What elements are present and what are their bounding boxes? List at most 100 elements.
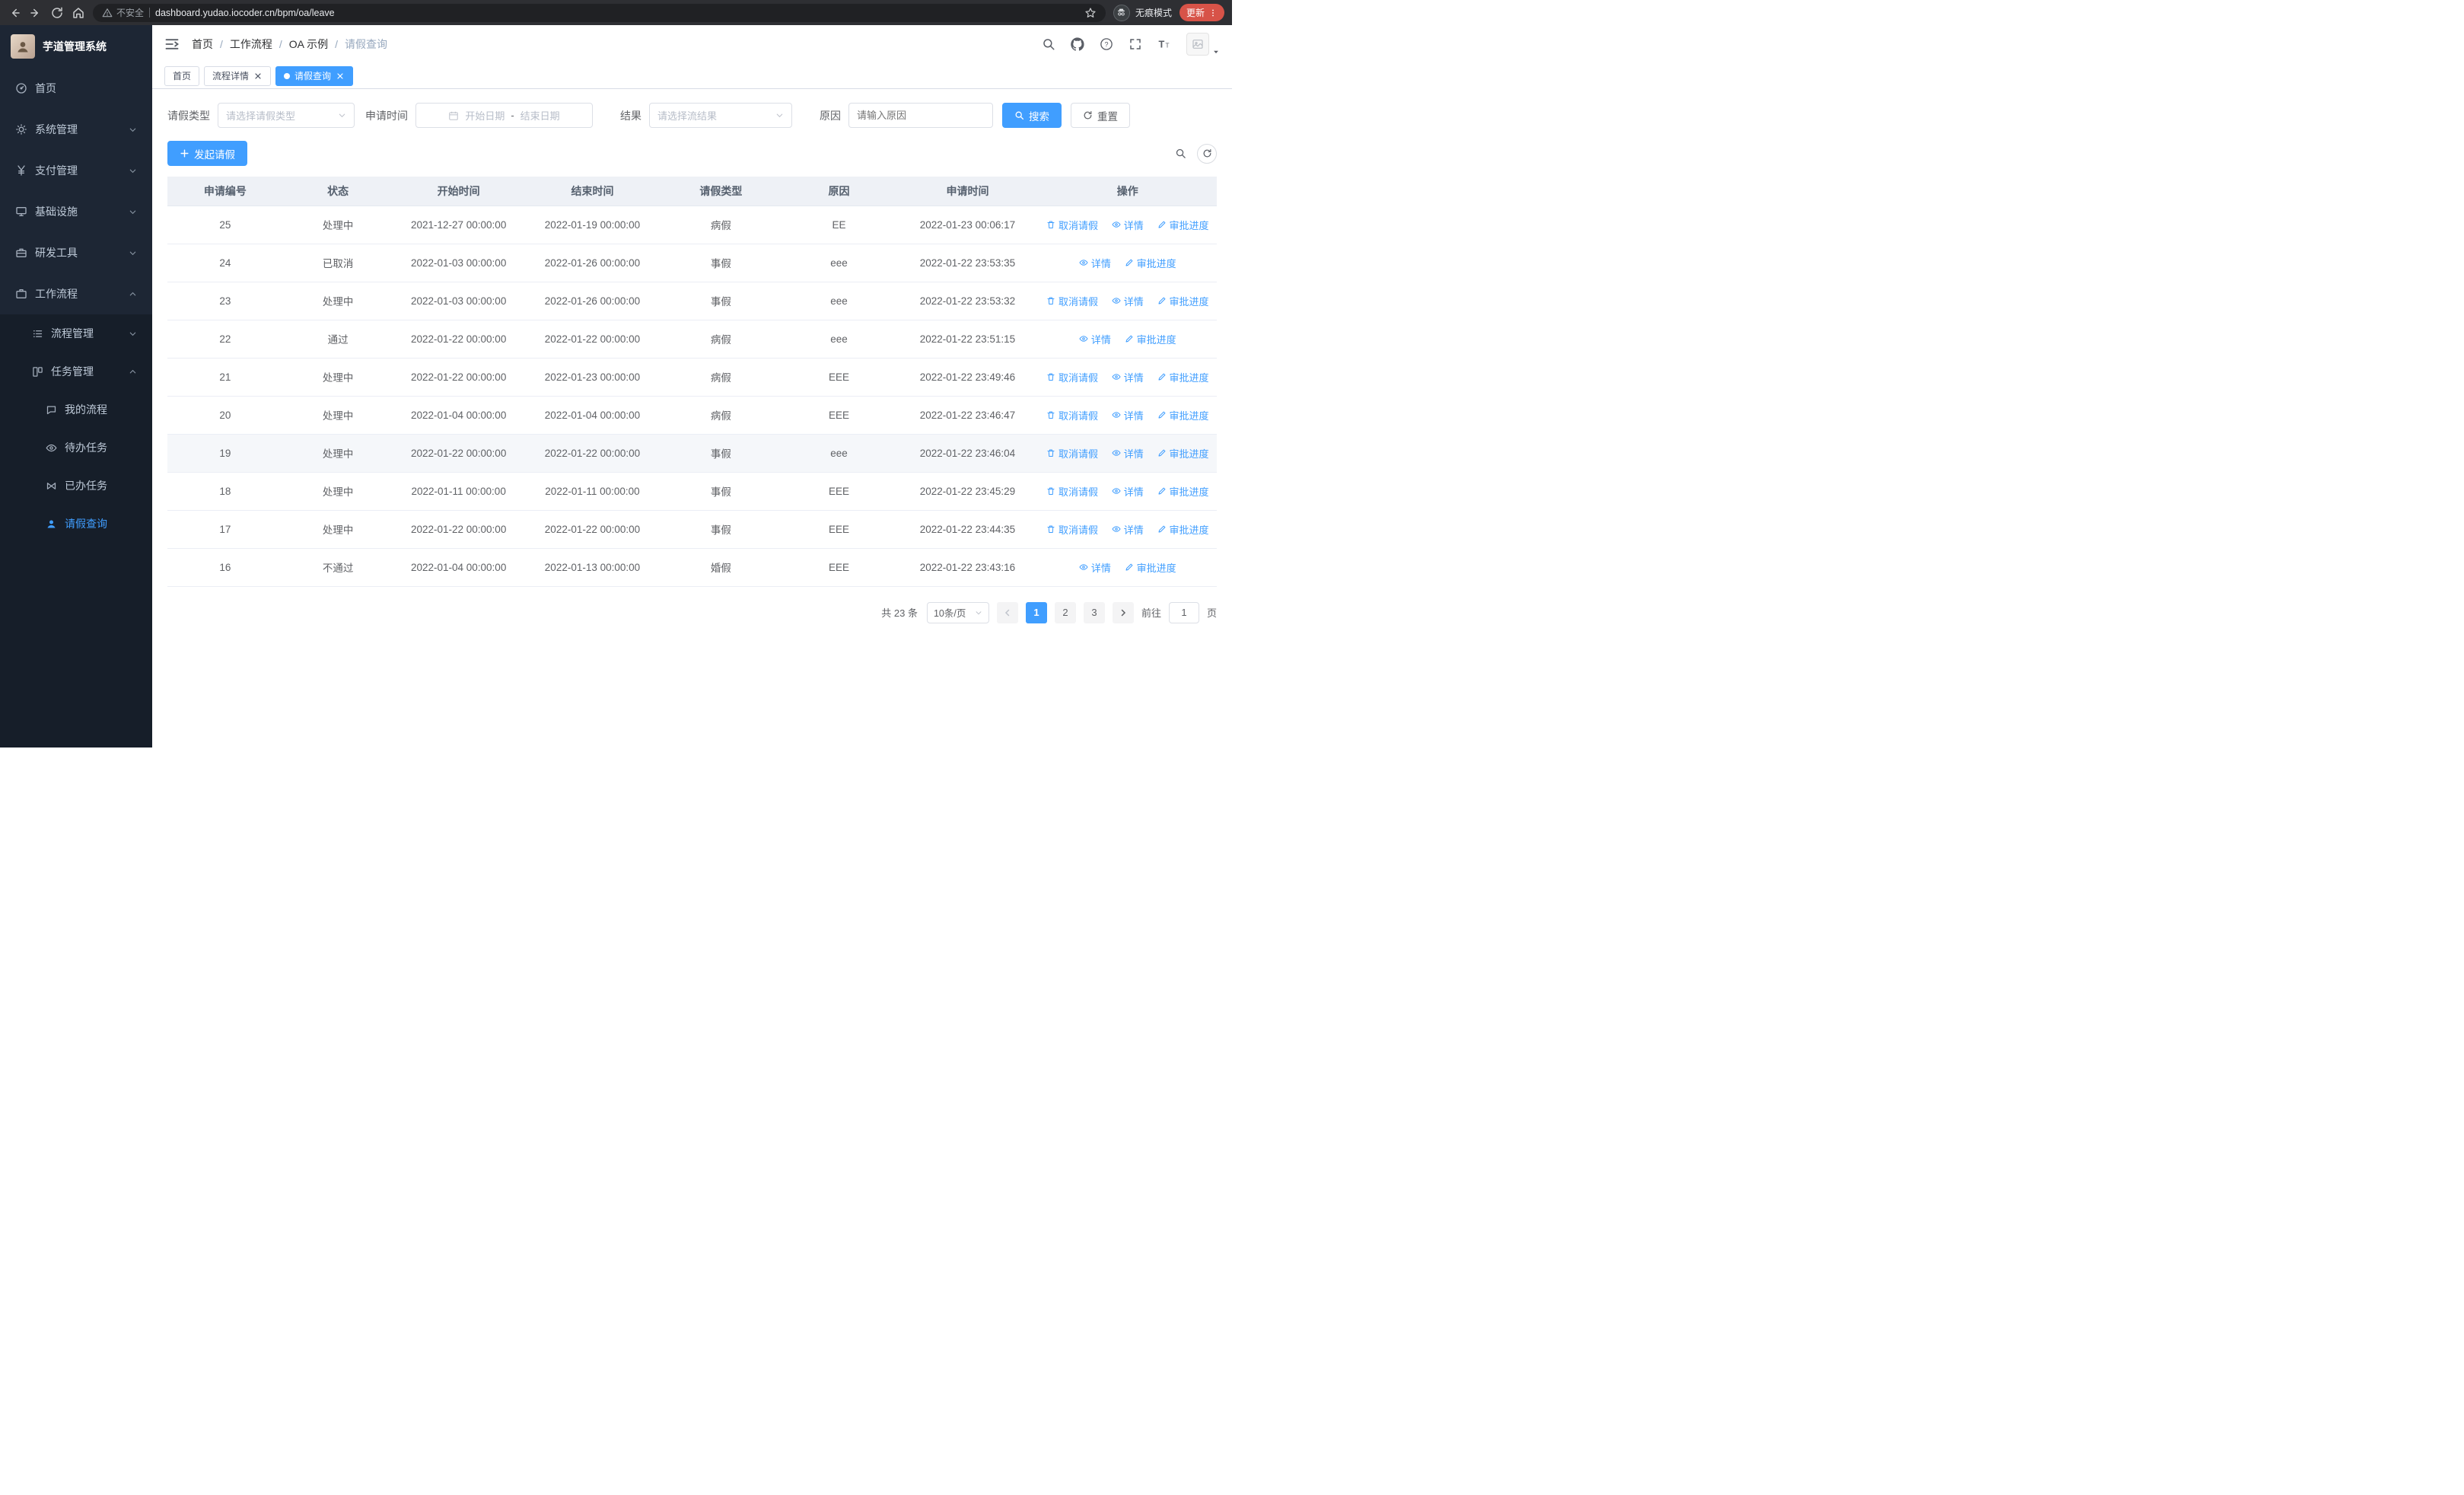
cell-status: 处理中 [282, 396, 393, 435]
approval-progress-link[interactable]: 审批进度 [1157, 484, 1209, 499]
detail-link[interactable]: 详情 [1112, 522, 1144, 537]
toggle-search-icon[interactable] [1175, 148, 1186, 159]
sidebar-item-pending-tasks[interactable]: 待办任务 [0, 429, 152, 467]
sidebar-item-done-tasks[interactable]: 已办任务 [0, 467, 152, 505]
sidebar-item-home[interactable]: 首页 [0, 68, 152, 109]
cancel-leave-link[interactable]: 取消请假 [1046, 446, 1098, 461]
detail-link[interactable]: 详情 [1112, 370, 1144, 384]
cell-reason: eee [781, 244, 897, 282]
goto-page-input[interactable] [1168, 601, 1199, 623]
approval-progress-link[interactable]: 审批进度 [1157, 408, 1209, 422]
kebab-menu-icon[interactable] [1208, 8, 1218, 18]
edit-pen-icon [1158, 221, 1165, 228]
user-menu[interactable] [1186, 33, 1220, 56]
result-select[interactable]: 请选择流结果 [649, 103, 792, 128]
detail-link[interactable]: 详情 [1079, 332, 1111, 346]
tab-process-detail[interactable]: 流程详情 [204, 65, 272, 86]
breadcrumb-oa-example[interactable]: OA 示例 [289, 37, 338, 52]
user-avatar[interactable] [1186, 33, 1209, 56]
detail-link[interactable]: 详情 [1112, 218, 1144, 232]
leave-type-select[interactable]: 请选择请假类型 [218, 103, 355, 128]
approval-progress-link[interactable]: 审批进度 [1125, 332, 1176, 346]
url-text[interactable]: dashboard.yudao.iocoder.cn/bpm/oa/leave [155, 8, 1079, 18]
cancel-leave-link[interactable]: 取消请假 [1046, 408, 1098, 422]
cancel-leave-link[interactable]: 取消请假 [1046, 218, 1098, 232]
refresh-icon[interactable] [50, 6, 64, 20]
search-icon [1015, 111, 1024, 120]
sidebar-item-leave-query[interactable]: 请假查询 [0, 505, 152, 543]
forward-icon[interactable] [29, 6, 43, 20]
sidebar-item-workflow[interactable]: 工作流程 [0, 273, 152, 314]
reset-button-label: 重置 [1097, 110, 1118, 123]
create-leave-button[interactable]: 发起请假 [167, 141, 247, 166]
sidebar-item-system[interactable]: 系统管理 [0, 109, 152, 150]
detail-link[interactable]: 详情 [1112, 484, 1144, 499]
bookmark-star-icon[interactable] [1084, 7, 1097, 19]
reason-input[interactable] [848, 103, 993, 128]
approval-progress-link[interactable]: 审批进度 [1157, 370, 1209, 384]
logo-image [11, 34, 35, 59]
reset-button[interactable]: 重置 [1071, 103, 1130, 128]
approval-progress-link[interactable]: 审批进度 [1157, 522, 1209, 537]
approval-progress-link[interactable]: 审批进度 [1157, 294, 1209, 308]
approval-progress-link[interactable]: 审批进度 [1157, 446, 1209, 461]
font-size-icon[interactable]: TT [1157, 37, 1171, 51]
cancel-leave-link[interactable]: 取消请假 [1046, 522, 1098, 537]
sidebar: 芋道管理系统 首页 系统管理 支付管理 基础设施 研发工具 工作流程 流程管理 … [0, 25, 152, 748]
cell-start-time: 2022-01-22 00:00:00 [393, 434, 524, 473]
breadcrumb-home[interactable]: 首页 [192, 37, 223, 52]
close-icon[interactable] [253, 72, 263, 81]
github-icon[interactable] [1071, 37, 1084, 51]
breadcrumb-workflow[interactable]: 工作流程 [230, 37, 282, 52]
security-warning[interactable]: 不安全 [102, 6, 144, 19]
page-size-select[interactable]: 10条/页 [926, 601, 989, 623]
tab-leave-query[interactable]: 请假查询 [275, 65, 354, 86]
detail-link[interactable]: 详情 [1112, 408, 1144, 422]
browser-update-button[interactable]: 更新 [1179, 4, 1224, 21]
search-button-label: 搜索 [1029, 110, 1049, 123]
top-navbar: 首页 工作流程 OA 示例 请假查询 ? TT [152, 25, 1232, 63]
address-bar[interactable]: 不安全 dashboard.yudao.iocoder.cn/bpm/oa/le… [93, 3, 1106, 22]
edit-pen-icon [1158, 373, 1165, 381]
start-date-placeholder[interactable]: 开始日期 [465, 108, 505, 123]
approval-progress-link[interactable]: 审批进度 [1125, 560, 1176, 575]
detail-link[interactable]: 详情 [1079, 560, 1111, 575]
end-date-placeholder[interactable]: 结束日期 [520, 108, 560, 123]
cancel-leave-link[interactable]: 取消请假 [1046, 370, 1098, 384]
apply-time-range-picker[interactable]: 开始日期 - 结束日期 [415, 103, 593, 128]
sidebar-item-devtools[interactable]: 研发工具 [0, 232, 152, 273]
cell-leave-type: 事假 [661, 244, 782, 282]
next-page-button[interactable] [1112, 601, 1134, 623]
approval-progress-link[interactable]: 审批进度 [1125, 256, 1176, 270]
home-icon[interactable] [72, 6, 85, 20]
prev-page-button[interactable] [996, 601, 1018, 623]
page-button-1[interactable]: 1 [1025, 601, 1047, 623]
fullscreen-icon[interactable] [1129, 37, 1142, 51]
detail-link[interactable]: 详情 [1112, 446, 1144, 461]
app-logo[interactable]: 芋道管理系统 [0, 25, 152, 68]
search-icon[interactable] [1042, 37, 1055, 51]
page-button-3[interactable]: 3 [1083, 601, 1105, 623]
detail-link[interactable]: 详情 [1079, 256, 1111, 270]
cell-start-time: 2022-01-03 00:00:00 [393, 244, 524, 282]
cell-apply-time: 2022-01-23 00:06:17 [896, 206, 1039, 244]
sidebar-item-process-management[interactable]: 流程管理 [0, 314, 152, 352]
close-icon[interactable] [336, 72, 345, 81]
cancel-leave-link[interactable]: 取消请假 [1046, 294, 1098, 308]
approval-progress-link[interactable]: 审批进度 [1157, 218, 1209, 232]
cell-reason: EE [781, 206, 897, 244]
back-icon[interactable] [8, 6, 21, 20]
tab-home[interactable]: 首页 [164, 65, 200, 86]
help-icon[interactable]: ? [1100, 37, 1113, 51]
sidebar-item-infrastructure[interactable]: 基础设施 [0, 191, 152, 232]
cancel-leave-link[interactable]: 取消请假 [1046, 484, 1098, 499]
page-button-2[interactable]: 2 [1054, 601, 1076, 623]
sidebar-collapse-icon[interactable] [164, 37, 180, 52]
search-button[interactable]: 搜索 [1002, 103, 1062, 128]
refresh-table-button[interactable] [1197, 143, 1217, 164]
detail-link[interactable]: 详情 [1112, 294, 1144, 308]
cell-apply-time: 2022-01-22 23:45:29 [896, 472, 1039, 511]
sidebar-item-payment[interactable]: 支付管理 [0, 150, 152, 191]
sidebar-item-task-management[interactable]: 任务管理 [0, 352, 152, 390]
sidebar-item-my-processes[interactable]: 我的流程 [0, 390, 152, 429]
